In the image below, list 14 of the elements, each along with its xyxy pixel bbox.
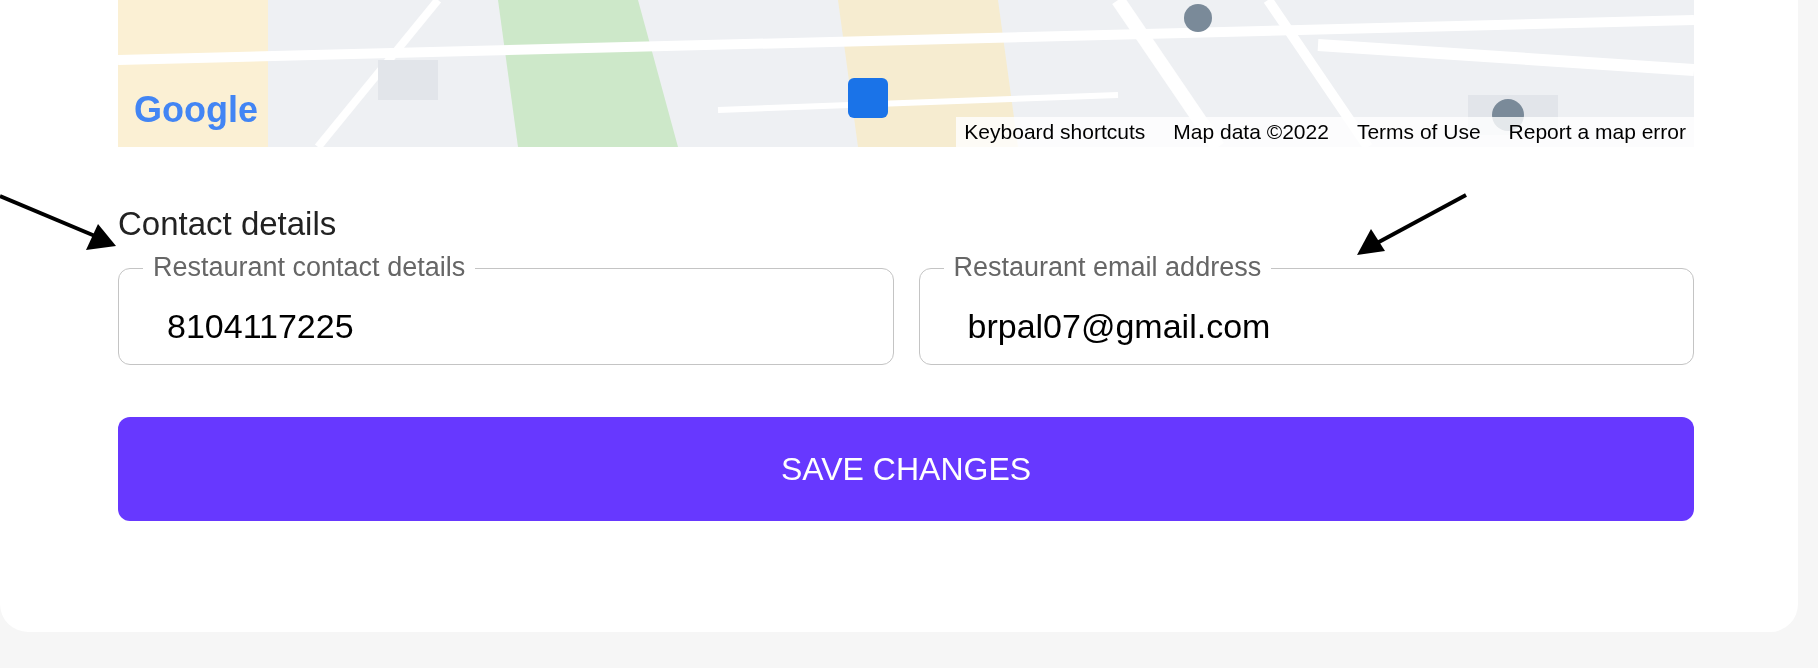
map-logo: Google <box>134 88 258 132</box>
save-button[interactable]: SAVE CHANGES <box>118 417 1694 521</box>
arrow-icon <box>1355 193 1467 257</box>
map-footer-link[interactable]: Map data ©2022 <box>1173 116 1329 147</box>
field-value[interactable]: 8104117225 <box>145 301 867 352</box>
map-footer-link[interactable]: Keyboard shortcuts <box>964 116 1146 147</box>
text-field[interactable]: Restaurant contact details 8104117225 <box>118 254 894 365</box>
text-field[interactable]: Restaurant email address brpal07@gmail.com <box>918 254 1694 365</box>
field-label: Restaurant email address <box>953 252 1262 282</box>
field-label: Restaurant contact details <box>153 252 466 282</box>
section-title: Contact details <box>118 207 337 240</box>
map-footer-link[interactable]: Report a map error <box>1508 116 1686 147</box>
field-value[interactable]: brpal07@gmail.com <box>945 301 1667 352</box>
map-footer-link[interactable]: Terms of Use <box>1356 116 1481 147</box>
